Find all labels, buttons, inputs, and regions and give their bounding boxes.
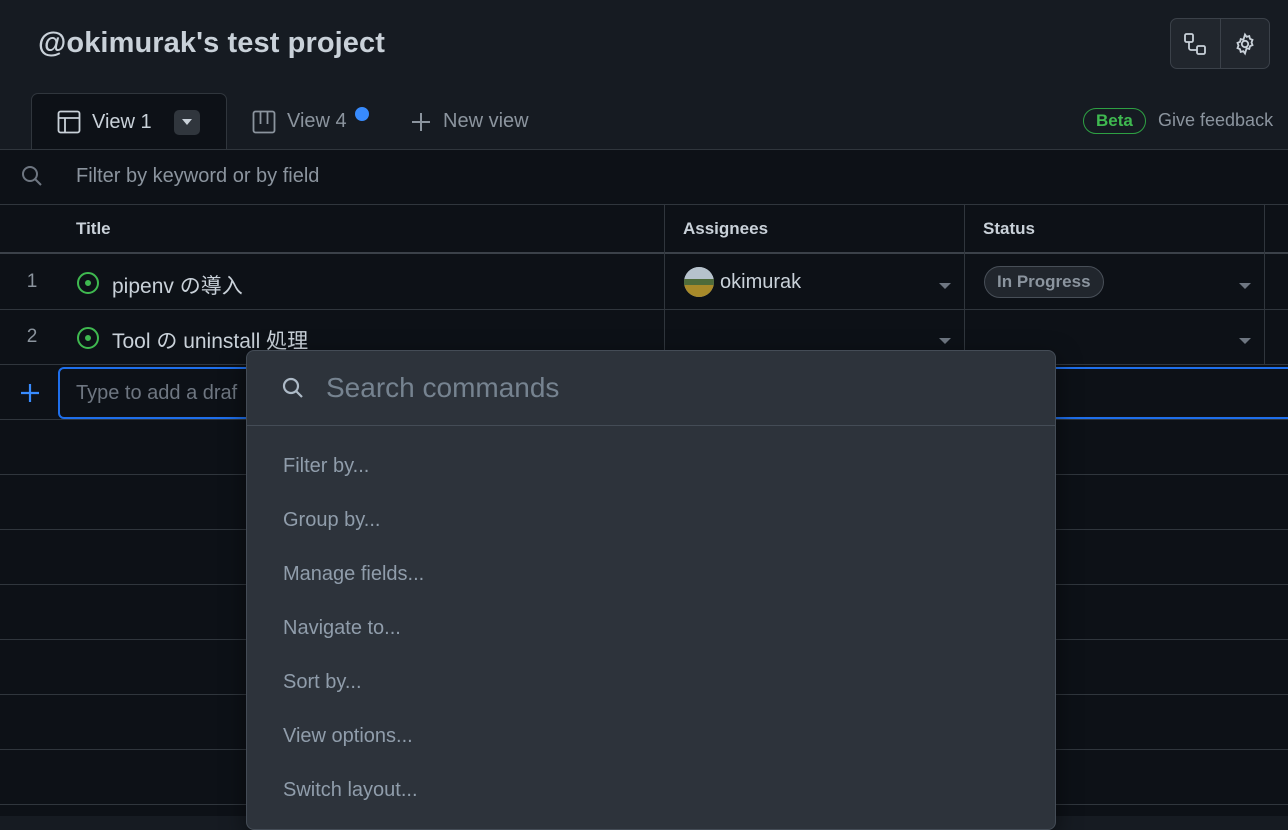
assignees-dropdown-caret[interactable] — [939, 338, 951, 344]
search-icon — [282, 377, 303, 398]
tab-view-1-menu-button[interactable] — [173, 109, 200, 135]
table-header: Title Assignees Status — [0, 205, 1288, 254]
plus-icon — [410, 111, 432, 133]
filter-bar[interactable]: Filter by keyword or by field — [0, 149, 1288, 205]
avatar — [684, 267, 714, 297]
workflow-icon — [1184, 32, 1207, 55]
row-number: 2 — [26, 326, 38, 347]
give-feedback-link[interactable]: Give feedback — [1158, 110, 1273, 131]
tab-label: View 4 — [287, 110, 347, 132]
command-view-options[interactable]: View options... — [283, 725, 413, 748]
column-header-title[interactable]: Title — [76, 219, 111, 239]
column-header-status[interactable]: Status — [983, 219, 1035, 239]
command-switch-layout[interactable]: Switch layout... — [283, 779, 418, 802]
unsaved-changes-dot — [353, 105, 371, 123]
status-badge[interactable]: In Progress — [984, 266, 1104, 298]
project-header: @okimurak's test project View 1 View 4 N… — [0, 0, 1288, 150]
gear-icon — [1236, 31, 1254, 56]
plus-icon[interactable] — [19, 382, 41, 404]
command-search[interactable]: Search commands — [247, 351, 1055, 426]
command-sort-by[interactable]: Sort by... — [283, 671, 362, 694]
search-icon — [22, 166, 42, 186]
command-search-input[interactable]: Search commands — [326, 372, 559, 404]
top-actions — [1170, 18, 1270, 69]
beta-badge: Beta — [1083, 108, 1146, 134]
command-navigate-to[interactable]: Navigate to... — [283, 617, 401, 640]
status-dropdown-caret[interactable] — [1239, 283, 1251, 289]
command-manage-fields[interactable]: Manage fields... — [283, 563, 424, 586]
status-dropdown-caret[interactable] — [1239, 338, 1251, 344]
draft-placeholder: Type to add a draf — [76, 382, 238, 404]
filter-input[interactable]: Filter by keyword or by field — [76, 165, 319, 188]
command-palette: Search commands Filter by... Group by...… — [246, 350, 1056, 830]
triangle-down-icon — [181, 119, 192, 125]
tab-view-1[interactable]: View 1 — [31, 93, 227, 150]
issue-title[interactable]: pipenv の導入 — [112, 270, 243, 300]
assignees-dropdown-caret[interactable] — [939, 283, 951, 289]
column-header-assignees[interactable]: Assignees — [683, 219, 768, 239]
settings-button[interactable] — [1221, 19, 1270, 68]
tab-view-4[interactable]: View 4 — [252, 93, 347, 150]
command-filter-by[interactable]: Filter by... — [283, 455, 369, 478]
row-number: 1 — [26, 271, 38, 292]
table-row[interactable]: 1 pipenv の導入 okimurak In Progress — [0, 255, 1288, 310]
new-view-label: New view — [443, 110, 529, 132]
table-icon — [57, 110, 81, 134]
issue-open-icon — [77, 272, 99, 294]
workflows-button[interactable] — [1171, 19, 1221, 68]
board-icon — [252, 110, 276, 134]
assignee-name[interactable]: okimurak — [720, 271, 801, 294]
new-view-button[interactable]: New view — [410, 93, 529, 150]
command-group-by[interactable]: Group by... — [283, 509, 380, 532]
tab-label: View 1 — [92, 110, 152, 133]
issue-open-icon — [77, 327, 99, 349]
project-title: @okimurak's test project — [38, 27, 386, 59]
